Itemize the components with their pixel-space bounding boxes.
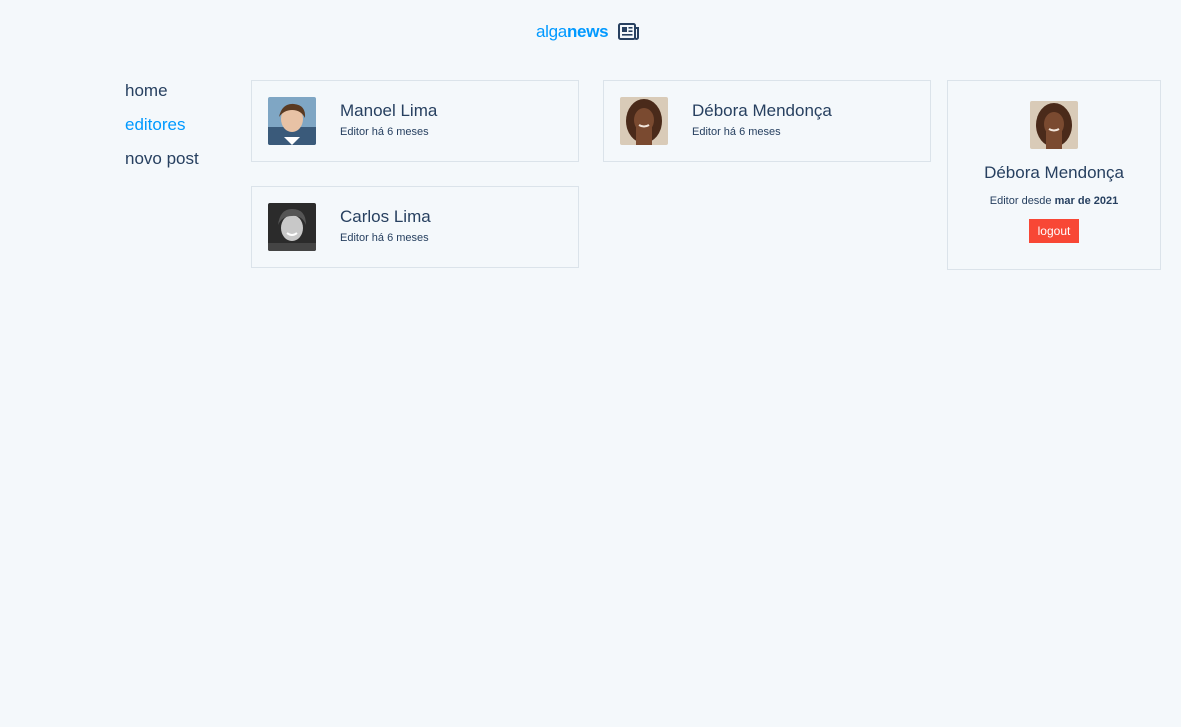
avatar <box>1030 101 1078 149</box>
avatar <box>268 203 316 251</box>
user-profile-panel: Débora Mendonça Editor desde mar de 2021… <box>947 80 1161 270</box>
app-header: alganews <box>0 0 1181 70</box>
main-nav: home editores novo post <box>125 80 199 170</box>
brand-logo[interactable]: alganews <box>536 22 640 42</box>
avatar <box>620 97 668 145</box>
editor-tenure: Editor há 6 meses <box>692 126 781 138</box>
editor-card[interactable]: Carlos Lima Editor há 6 meses <box>251 186 579 268</box>
brand-name: alganews <box>536 22 609 41</box>
logout-button[interactable]: logout <box>1028 219 1080 243</box>
editor-name: Débora Mendonça <box>692 101 832 120</box>
nav-item-novo-post[interactable]: novo post <box>125 148 199 170</box>
editor-card[interactable]: Débora Mendonça Editor há 6 meses <box>603 80 931 162</box>
editor-tenure: Editor há 6 meses <box>340 232 429 244</box>
avatar <box>268 97 316 145</box>
profile-name: Débora Mendonça <box>984 163 1124 182</box>
editor-name: Carlos Lima <box>340 207 431 226</box>
editor-card[interactable]: Manoel Lima Editor há 6 meses <box>251 80 579 162</box>
nav-item-editores[interactable]: editores <box>125 114 199 136</box>
editor-name: Manoel Lima <box>340 101 438 120</box>
nav-item-home[interactable]: home <box>125 80 199 102</box>
profile-since: Editor desde mar de 2021 <box>989 195 1119 207</box>
newspaper-icon <box>618 23 640 40</box>
editor-tenure: Editor há 6 meses <box>340 126 429 138</box>
